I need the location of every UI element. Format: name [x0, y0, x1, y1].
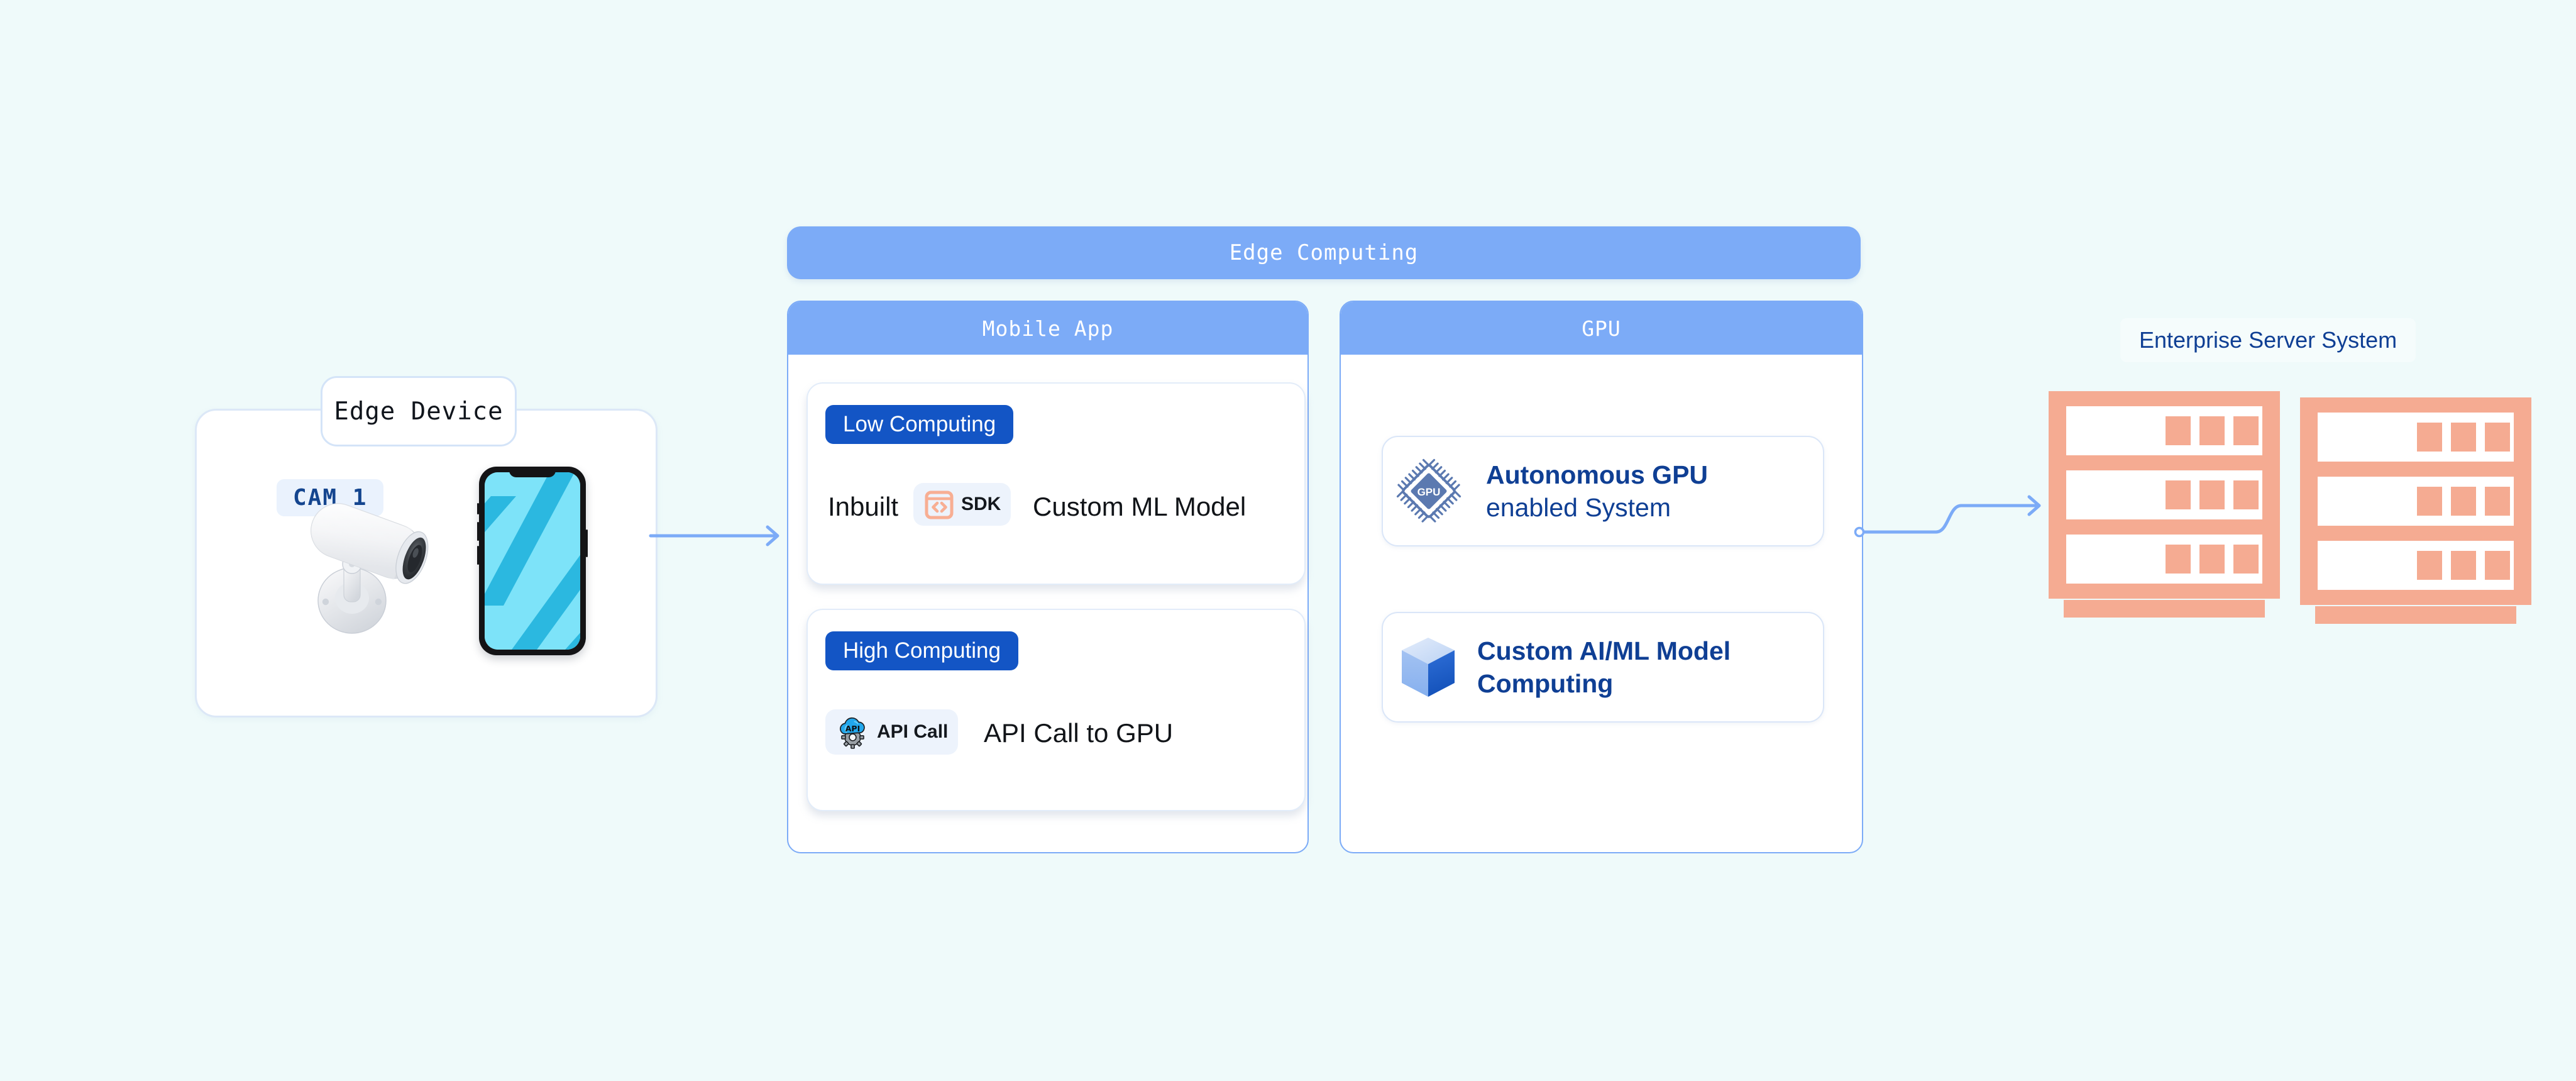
custom-aiml-line1: Custom AI/ML Model: [1477, 636, 1731, 665]
mobile-app-title: Mobile App: [982, 316, 1114, 341]
sdk-chip: SDK: [913, 483, 1011, 526]
low-computing-pill-label: Low Computing: [843, 412, 996, 436]
gpu-column: GPU: [1340, 301, 1863, 853]
gpu-to-enterprise-server-arrow: [1854, 495, 2041, 538]
phone-volume-down-button: [477, 546, 479, 565]
high-computing-pill-label: High Computing: [843, 638, 1001, 663]
api-call-to-gpu-text: API Call to GPU: [984, 718, 1174, 748]
gpu-title: GPU: [1582, 316, 1621, 341]
api-call-chip-label: API Call: [877, 721, 949, 742]
edge-computing-header: Edge Computing: [787, 226, 1861, 279]
gpu-header: GPU: [1341, 302, 1862, 355]
mobile-app-header: Mobile App: [788, 302, 1307, 355]
svg-text:GPU: GPU: [1417, 486, 1441, 498]
svg-text:API: API: [845, 724, 861, 733]
diagram-canvas: Edge Device CAM 1 Edge Computing Mobile …: [0, 0, 2576, 1081]
sdk-chip-label: SDK: [961, 494, 1001, 514]
gpu-chip-icon: GPU: [1396, 458, 1461, 523]
enterprise-server-label: Enterprise Server System: [2120, 318, 2416, 362]
phone-notch: [509, 467, 556, 477]
edge-computing-title: Edge Computing: [1229, 240, 1419, 265]
api-call-chip: API API Call: [825, 709, 959, 755]
phone-power-button: [586, 529, 588, 557]
cube-3d-icon: [1402, 638, 1455, 697]
phone-screen: [485, 472, 580, 650]
server-rack-icon: [2300, 397, 2531, 624]
custom-aiml-line2: Computing: [1477, 669, 1614, 698]
autonomous-gpu-line2: enabled System: [1486, 493, 1671, 522]
high-computing-card: High Computing API API Call API Call to …: [806, 609, 1306, 811]
inbuilt-label: Inbuilt: [828, 492, 899, 521]
custom-ml-model-text: Custom ML Model: [1033, 492, 1247, 521]
sdk-code-box-icon: [925, 491, 954, 519]
low-computing-pill: Low Computing: [825, 405, 1014, 444]
smartphone-icon: [477, 467, 588, 655]
edge-device-title-badge: Edge Device: [321, 376, 517, 446]
custom-aiml-model-card: Custom AI/ML Model Computing: [1382, 612, 1824, 723]
low-computing-card: Low Computing Inbuilt SDK Custom ML Mode…: [806, 382, 1306, 585]
enterprise-server-title: Enterprise Server System: [2139, 327, 2397, 353]
edge-device-to-mobile-app-arrow: [649, 525, 779, 546]
phone-volume-up-button: [477, 522, 479, 541]
edge-device-title: Edge Device: [334, 397, 504, 426]
high-computing-pill: High Computing: [825, 631, 1018, 670]
autonomous-gpu-card: GPU Autonomous GPU enabled System: [1382, 436, 1824, 546]
security-camera-icon: [311, 503, 429, 634]
autonomous-gpu-line1: Autonomous GPU: [1486, 460, 1709, 489]
api-cloud-gear-icon: API: [840, 717, 865, 749]
phone-mute-button: [477, 503, 479, 514]
server-rack-icon: [2049, 391, 2280, 618]
